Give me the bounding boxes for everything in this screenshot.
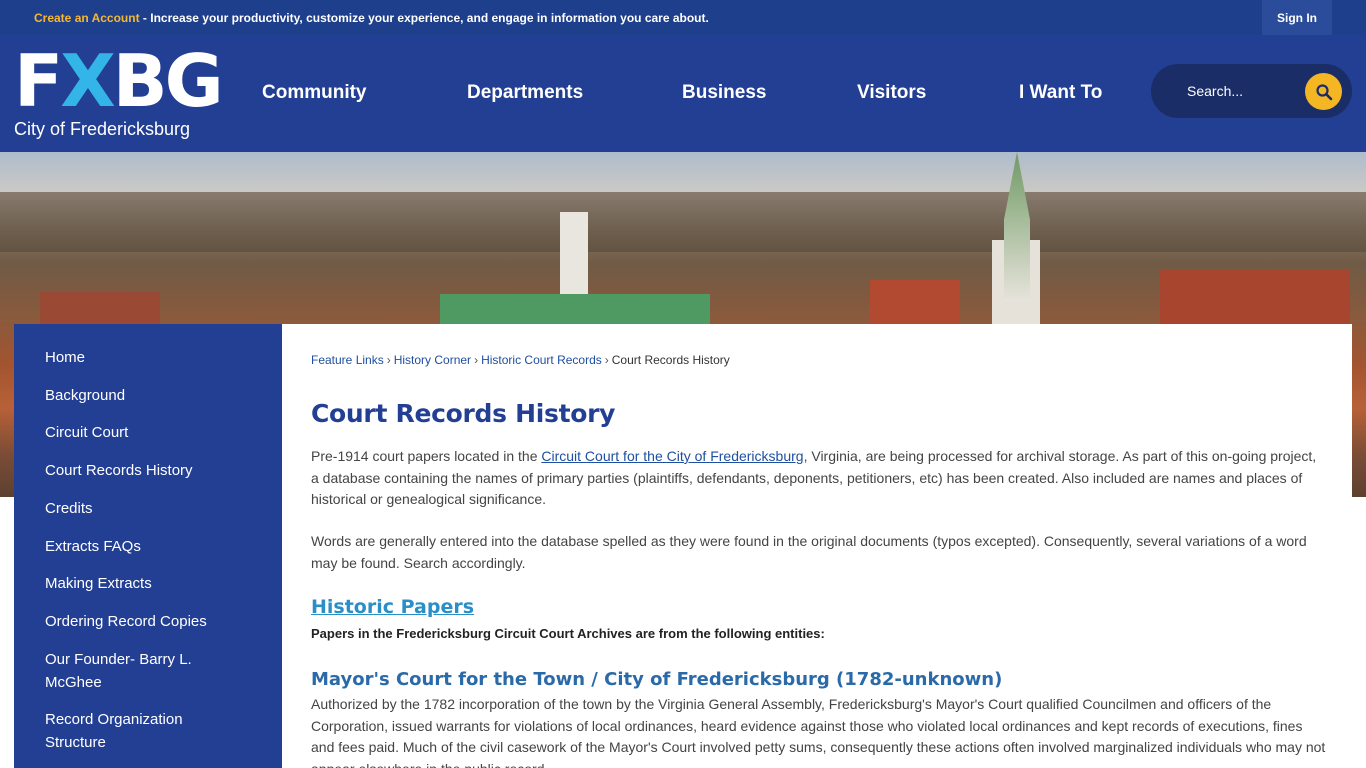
breadcrumb-current: Court Records History xyxy=(611,353,730,367)
sidebar-item-court-records-history[interactable]: Court Records History xyxy=(45,459,245,482)
nav-departments[interactable]: Departments xyxy=(467,82,583,104)
sidebar-item-background[interactable]: Background xyxy=(45,384,245,407)
breadcrumb-feature-links[interactable]: Feature Links xyxy=(311,353,384,367)
account-bar: Create an Account - Increase your produc… xyxy=(0,0,1366,35)
mayors-court-paragraph: Authorized by the 1782 incorporation of … xyxy=(311,696,1326,768)
intro-text-start: Pre-1914 court papers located in the xyxy=(311,448,542,464)
sidebar-item-ordering-record-copies[interactable]: Ordering Record Copies xyxy=(45,610,245,633)
sidebar-item-extracts-faqs[interactable]: Extracts FAQs xyxy=(45,535,245,558)
sign-in-button[interactable]: Sign In xyxy=(1262,0,1332,35)
entities-intro: Papers in the Fredericksburg Circuit Cou… xyxy=(311,626,825,641)
sidebar-item-home[interactable]: Home xyxy=(45,346,245,369)
logo-letter-f: F xyxy=(14,39,63,123)
account-message: Create an Account - Increase your produc… xyxy=(34,11,709,25)
main-content: Feature Links › History Corner › Historic Co… xyxy=(282,324,1352,768)
breadcrumb: Feature Links › History Corner › Historic Co… xyxy=(311,353,730,367)
create-account-link[interactable]: Create an Account xyxy=(34,11,140,25)
search-icon xyxy=(1315,83,1332,100)
banner-building xyxy=(1160,270,1350,325)
intro-paragraph: Pre-1914 court papers located in the Cir… xyxy=(311,446,1326,511)
sidebar-item-our-founder[interactable]: Our Founder- Barry L. McGhee xyxy=(45,648,245,694)
nav-i-want-to[interactable]: I Want To xyxy=(1019,82,1102,104)
logo-city-name: City of Fredericksburg xyxy=(14,119,191,139)
nav-community[interactable]: Community xyxy=(262,82,367,104)
sidebar-item-circuit-court[interactable]: Circuit Court xyxy=(45,421,245,444)
breadcrumb-historic-court-records[interactable]: Historic Court Records xyxy=(481,353,602,367)
breadcrumb-separator: › xyxy=(604,353,609,367)
sidebar-item-record-organization[interactable]: Record Organization Structure xyxy=(45,708,245,754)
search-button[interactable] xyxy=(1305,73,1342,110)
banner-cupola xyxy=(560,212,588,297)
logo-letter-x: X xyxy=(60,39,115,123)
mayors-court-heading: Mayor's Court for the Town / City of Fre… xyxy=(311,669,1003,690)
breadcrumb-separator: › xyxy=(386,353,391,367)
banner-building xyxy=(870,280,960,325)
spelling-note-paragraph: Words are generally entered into the dat… xyxy=(311,533,1307,571)
site-header: FXBG City of Fredericksburg Community De… xyxy=(0,35,1366,152)
sidebar-item-making-extracts[interactable]: Making Extracts xyxy=(45,572,245,595)
logo-letters-bg: BG xyxy=(112,39,224,123)
breadcrumb-history-corner[interactable]: History Corner xyxy=(394,353,471,367)
search-box xyxy=(1151,64,1352,118)
logo-mark: FXBG xyxy=(14,45,224,117)
historic-papers-link[interactable]: Historic Papers xyxy=(311,596,474,618)
page-title: Court Records History xyxy=(311,399,616,428)
breadcrumb-separator: › xyxy=(474,353,479,367)
section-sidebar-nav: Home Background Circuit Court Court Reco… xyxy=(14,324,282,768)
banner-treeline xyxy=(0,192,1366,252)
nav-visitors[interactable]: Visitors xyxy=(857,82,926,104)
nav-business[interactable]: Business xyxy=(682,82,766,104)
search-input[interactable] xyxy=(1187,81,1297,101)
account-promo-text: - Increase your productivity, customize … xyxy=(139,11,709,25)
circuit-court-link[interactable]: Circuit Court for the City of Fredericks… xyxy=(541,448,803,464)
sidebar-item-credits[interactable]: Credits xyxy=(45,497,245,520)
city-logo[interactable]: FXBG City of Fredericksburg xyxy=(14,45,224,141)
